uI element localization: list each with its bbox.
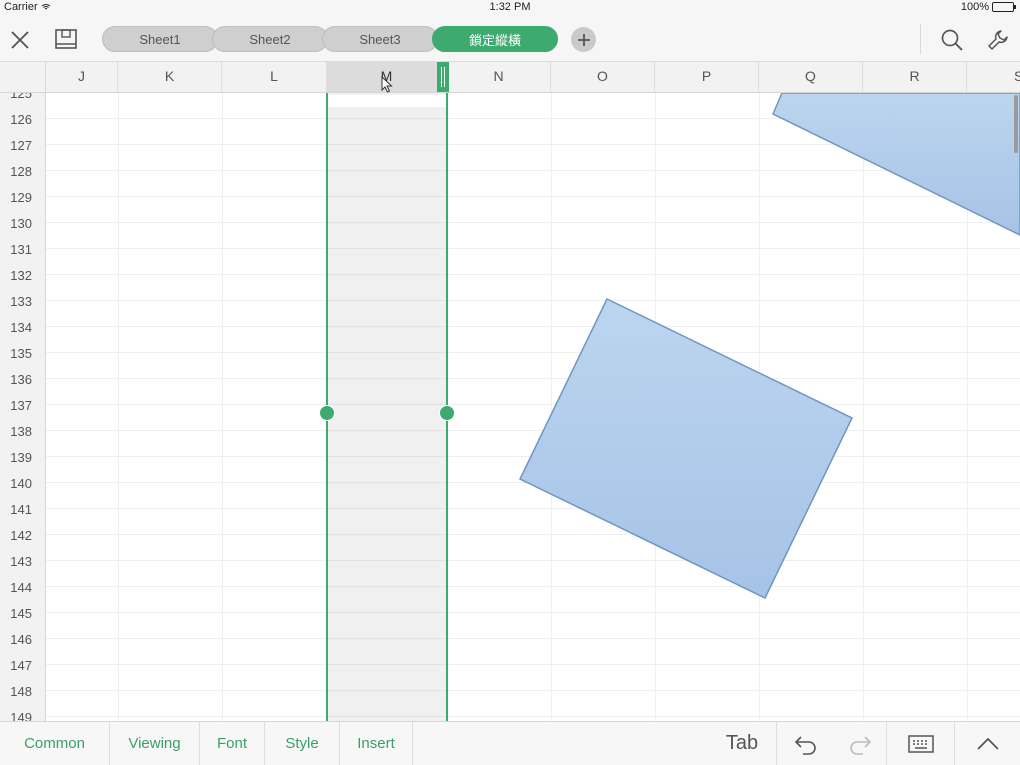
column-header-bar: J K L M N O P Q R S <box>0 62 1020 93</box>
toolbar-divider <box>920 24 921 54</box>
sheet-tab-3[interactable]: Sheet3 <box>322 26 438 52</box>
close-icon[interactable] <box>6 26 34 54</box>
tab-key-button[interactable]: Tab <box>708 722 776 765</box>
tab-viewing[interactable]: Viewing <box>110 722 200 765</box>
battery-status: 100% <box>960 1 1016 13</box>
sheet-tab-active[interactable]: 鎖定縱橫 <box>432 26 558 52</box>
row-header[interactable]: 139 <box>0 450 44 465</box>
keyboard-icon <box>907 734 934 753</box>
redo-icon <box>850 735 872 755</box>
tab-key-label: Tab <box>725 732 759 754</box>
row-header[interactable]: 128 <box>0 164 44 179</box>
tab-font[interactable]: Font <box>200 722 265 765</box>
selection-handle-right[interactable] <box>439 405 455 421</box>
column-header-k[interactable]: K <box>118 62 222 92</box>
keyboard-button[interactable] <box>886 722 954 765</box>
status-bar: Carrier 1:32 PM 100% <box>0 0 1020 16</box>
column-header-o[interactable]: O <box>551 62 655 92</box>
grid-line <box>118 93 119 721</box>
row-header[interactable]: 143 <box>0 554 44 569</box>
row-header[interactable]: 142 <box>0 528 44 543</box>
rectangle-shape-top[interactable] <box>760 93 1020 243</box>
top-toolbar: Sheet1 Sheet2 Sheet3 鎖定縱橫 <box>0 16 1020 62</box>
add-sheet-icon[interactable] <box>571 27 596 52</box>
row-header[interactable]: 126 <box>0 112 44 127</box>
row-header[interactable]: 140 <box>0 476 44 491</box>
vertical-scrollbar[interactable] <box>1014 95 1018 153</box>
chevron-up-icon <box>976 737 999 750</box>
row-header[interactable]: 147 <box>0 658 44 673</box>
sheet-tab-1[interactable]: Sheet1 <box>102 26 218 52</box>
tab-common[interactable]: Common <box>0 722 110 765</box>
row-header[interactable]: 131 <box>0 242 44 257</box>
battery-icon <box>992 2 1016 12</box>
row-header[interactable]: 134 <box>0 320 44 335</box>
column-header-q[interactable]: Q <box>759 62 863 92</box>
spreadsheet-grid[interactable]: 125 126 127 128 129 130 131 132 133 134 … <box>0 93 1020 721</box>
row-header[interactable]: 136 <box>0 372 44 387</box>
corner-cell[interactable] <box>0 62 46 92</box>
search-icon[interactable] <box>938 26 966 54</box>
undo-icon <box>794 735 816 755</box>
column-header-r[interactable]: R <box>863 62 967 92</box>
row-header[interactable]: 146 <box>0 632 44 647</box>
clock: 1:32 PM <box>489 1 531 13</box>
column-header-j[interactable]: J <box>46 62 118 92</box>
collapse-button[interactable] <box>954 722 1020 765</box>
row-header[interactable]: 144 <box>0 580 44 595</box>
grid-line <box>222 93 223 721</box>
tab-insert[interactable]: Insert <box>340 722 413 765</box>
row-header[interactable]: 135 <box>0 346 44 361</box>
row-header[interactable]: 125 <box>0 93 44 101</box>
column-header-p[interactable]: P <box>655 62 759 92</box>
selected-cell-highlight <box>328 95 446 107</box>
tab-style[interactable]: Style <box>265 722 340 765</box>
wrench-icon[interactable] <box>984 26 1012 54</box>
row-header[interactable]: 141 <box>0 502 44 517</box>
row-header[interactable]: 137 <box>0 398 44 413</box>
row-header[interactable]: 132 <box>0 268 44 283</box>
row-header[interactable]: 129 <box>0 190 44 205</box>
row-header[interactable]: 138 <box>0 424 44 439</box>
row-header[interactable]: 127 <box>0 138 44 153</box>
undo-button[interactable] <box>776 722 834 765</box>
battery-percent: 100% <box>960 1 989 13</box>
redo-button[interactable] <box>834 722 886 765</box>
column-header-s[interactable]: S <box>967 62 1020 92</box>
row-header[interactable]: 149 <box>0 710 44 721</box>
row-header[interactable]: 148 <box>0 684 44 699</box>
selected-column-m[interactable] <box>327 93 447 721</box>
column-header-n[interactable]: N <box>447 62 551 92</box>
sheet-tab-2[interactable]: Sheet2 <box>212 26 328 52</box>
row-header[interactable]: 130 <box>0 216 44 231</box>
row-header-bar: 125 126 127 128 129 130 131 132 133 134 … <box>0 93 46 721</box>
column-resize-handle[interactable] <box>437 62 449 92</box>
sheet-tabs: Sheet1 Sheet2 Sheet3 鎖定縱橫 <box>102 26 558 52</box>
selection-handle-left[interactable] <box>319 405 335 421</box>
column-header-l[interactable]: L <box>222 62 327 92</box>
cursor-icon <box>381 76 393 93</box>
row-header[interactable]: 145 <box>0 606 44 621</box>
bottom-toolbar: Common Viewing Font Style Insert Tab <box>0 721 1020 765</box>
rectangle-shape-rotated[interactable] <box>515 296 860 601</box>
row-header[interactable]: 133 <box>0 294 44 309</box>
save-icon[interactable] <box>52 25 80 53</box>
